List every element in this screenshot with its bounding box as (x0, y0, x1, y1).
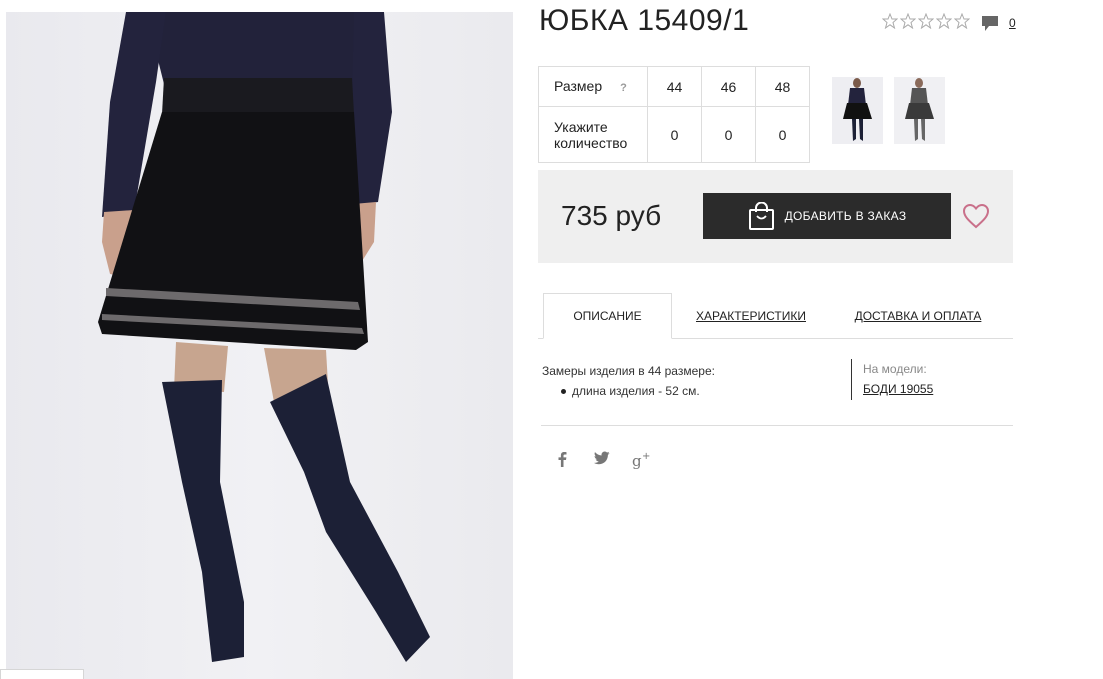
size-row: Размер? 44 46 48 (538, 66, 810, 107)
buy-box: 735 руб ДОБАВИТЬ В ЗАКАЗ (538, 170, 1013, 263)
thumbnail-image[interactable] (832, 77, 883, 144)
corner-tab (0, 669, 84, 679)
rating-stars[interactable] (882, 13, 970, 29)
quantity-label-line2: количество (554, 134, 628, 151)
star-icon[interactable] (918, 13, 934, 29)
tab-delivery[interactable]: ДОСТАВКА И ОПЛАТА (848, 293, 988, 339)
description-panel: Замеры изделия в 44 размере: длина издел… (542, 361, 715, 401)
quantity-label-cell: Укажите количество (538, 106, 648, 163)
social-share: g + (556, 451, 670, 469)
size-option[interactable]: 44 (647, 66, 702, 107)
comments-count[interactable]: 0 (1009, 15, 1016, 31)
quantity-label-line1: Укажите (554, 118, 608, 135)
svg-text:+: + (642, 451, 650, 462)
star-icon[interactable] (900, 13, 916, 29)
product-title: ЮБКА 15409/1 (539, 4, 750, 37)
quantity-input[interactable]: 0 (647, 106, 702, 163)
model-label: На модели: (863, 362, 927, 376)
googleplus-icon[interactable]: g + (632, 451, 670, 469)
price: 735 руб (561, 200, 662, 231)
product-tabs: ОПИСАНИЕ ХАРАКТЕРИСТИКИ ДОСТАВКА И ОПЛАТ… (538, 293, 1013, 339)
thumbnail-image[interactable] (894, 77, 945, 144)
add-to-order-button[interactable]: ДОБАВИТЬ В ЗАКАЗ (703, 193, 951, 239)
divider (541, 425, 1013, 426)
quantity-input[interactable]: 0 (755, 106, 810, 163)
add-to-order-label: ДОБАВИТЬ В ЗАКАЗ (784, 209, 907, 223)
quantity-input[interactable]: 0 (701, 106, 756, 163)
size-label-cell: Размер? (538, 66, 648, 107)
size-option[interactable]: 48 (755, 66, 810, 107)
size-help-icon[interactable]: ? (620, 82, 627, 94)
model-product-link[interactable]: БОДИ 19055 (863, 379, 933, 399)
size-label: Размер (554, 77, 603, 94)
svg-text:g: g (632, 452, 642, 469)
star-icon[interactable] (954, 13, 970, 29)
measure-list: длина изделия - 52 см. (542, 381, 715, 401)
shopping-bag-icon (748, 201, 774, 230)
twitter-icon[interactable] (594, 451, 632, 469)
tab-description[interactable]: ОПИСАНИЕ (543, 293, 672, 339)
star-icon[interactable] (882, 13, 898, 29)
star-icon[interactable] (936, 13, 952, 29)
list-item: длина изделия - 52 см. (542, 381, 715, 401)
tab-characteristics[interactable]: ХАРАКТЕРИСТИКИ (688, 293, 814, 339)
quantity-row: Укажите количество 0 0 0 (538, 106, 810, 163)
model-info: На модели: БОДИ 19055 (851, 359, 933, 400)
comment-icon (982, 16, 998, 31)
measure-title: Замеры изделия в 44 размере: (542, 364, 715, 378)
size-option[interactable]: 46 (701, 66, 756, 107)
facebook-icon[interactable] (556, 451, 594, 469)
size-table: Размер? 44 46 48 Укажите количество 0 0 0 (538, 66, 810, 163)
comments-link[interactable]: 0 (981, 15, 1016, 32)
heart-icon[interactable] (962, 203, 990, 229)
product-photo[interactable] (6, 12, 513, 679)
